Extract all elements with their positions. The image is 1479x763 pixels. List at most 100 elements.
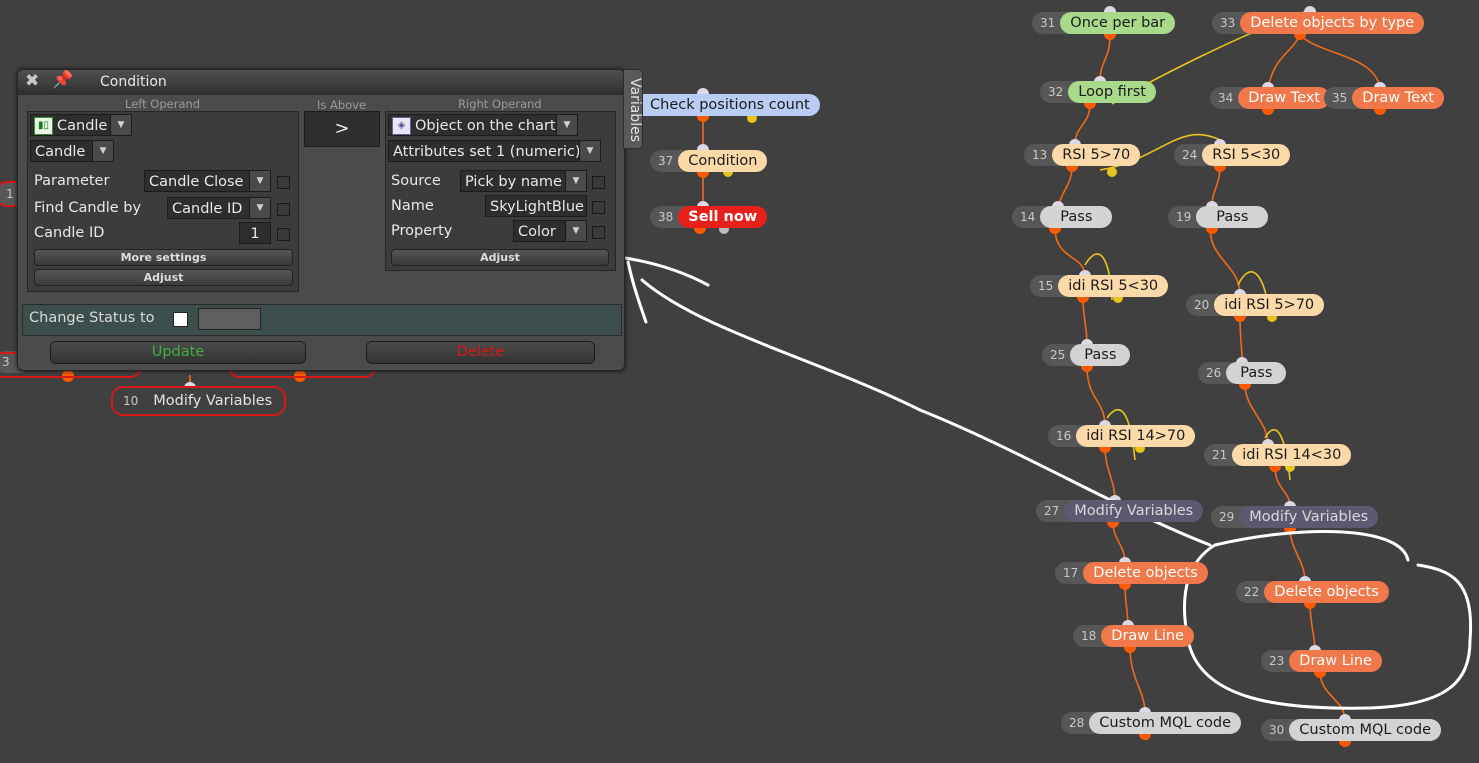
node-label: Draw Text xyxy=(1352,87,1445,109)
node-label: Draw Text xyxy=(1238,87,1331,109)
chevron-down-icon: ▼ xyxy=(92,141,113,161)
graph-node-17[interactable]: 17 Delete objects xyxy=(1055,562,1208,584)
right-adjust-button[interactable]: Adjust xyxy=(391,249,609,266)
select-value: Attributes set 1 (numeric) xyxy=(393,144,581,160)
change-status-label: Change Status to xyxy=(29,310,155,326)
node-label: Pass xyxy=(1040,206,1113,228)
right-operand-type-select[interactable]: ◈ Object on the chart ▼ xyxy=(388,114,578,136)
graph-node-14[interactable]: 14 Pass xyxy=(1012,206,1113,228)
select-value: Object on the chart xyxy=(415,118,556,134)
update-button[interactable]: Update xyxy=(50,341,306,364)
graph-node-34[interactable]: 34 Draw Text xyxy=(1210,87,1331,109)
find-candle-checkbox[interactable] xyxy=(277,203,290,216)
find-candle-label: Find Candle by xyxy=(34,200,142,216)
select-value: Candle Close xyxy=(149,174,244,190)
graph-node-25[interactable]: 25 Pass xyxy=(1042,344,1131,366)
parameter-label: Parameter xyxy=(34,173,110,189)
right-operand-subtype-select[interactable]: Attributes set 1 (numeric) ▼ xyxy=(388,140,601,162)
node-label: Modify Variables xyxy=(153,393,273,409)
graph-node-35[interactable]: 35 Draw Text xyxy=(1324,87,1445,109)
node-label: Delete objects by type xyxy=(1240,12,1425,34)
node-label: RSI 5>70 xyxy=(1052,144,1141,166)
node-label: Loop first xyxy=(1068,81,1156,103)
graph-node-16[interactable]: 16 idi RSI 14>70 xyxy=(1048,425,1196,447)
node-label: idi RSI 5>70 xyxy=(1214,294,1325,316)
graph-node-22[interactable]: 22 Delete objects xyxy=(1236,581,1389,603)
more-settings-button[interactable]: More settings xyxy=(34,249,293,266)
name-checkbox[interactable] xyxy=(592,201,605,214)
node-label: Pass xyxy=(1226,362,1287,384)
graph-node-29[interactable]: 29 Modify Variables xyxy=(1211,506,1379,528)
node-label: idi RSI 14<30 xyxy=(1232,444,1352,466)
name-label: Name xyxy=(391,198,434,214)
graph-node-27[interactable]: 27 Modify Variables xyxy=(1036,500,1204,522)
candle-icon: ▮▯ xyxy=(34,117,53,135)
panel-titlebar[interactable]: ✖ 📌 Condition xyxy=(18,70,624,95)
left-adjust-button[interactable]: Adjust xyxy=(34,269,293,286)
left-operand-type-select[interactable]: ▮▯ Candle ▼ xyxy=(30,114,132,136)
source-select[interactable]: Pick by name ▼ xyxy=(460,170,587,192)
property-select[interactable]: Color ▼ xyxy=(513,220,587,242)
node-label: Custom MQL code xyxy=(1289,719,1442,741)
graph-node-37[interactable]: 37 Condition xyxy=(650,150,768,172)
variables-tab-label: Variables xyxy=(626,78,643,142)
graph-node-30[interactable]: 30 Custom MQL code xyxy=(1261,719,1442,741)
graph-node-check-positions[interactable]: Check positions count xyxy=(640,94,820,116)
node-label: idi RSI 5<30 xyxy=(1058,275,1169,297)
select-value: Color xyxy=(518,224,556,240)
operator-button[interactable]: > xyxy=(304,111,380,147)
pin-icon[interactable]: 📌 xyxy=(52,70,73,90)
select-value: Pick by name xyxy=(465,174,562,190)
graph-node-19[interactable]: 19 Pass xyxy=(1168,206,1269,228)
graph-node-31[interactable]: 31 Once per bar xyxy=(1032,12,1176,34)
graph-node-20[interactable]: 20 idi RSI 5>70 xyxy=(1186,294,1325,316)
parameter-select[interactable]: Candle Close ▼ xyxy=(144,170,271,192)
panel-title: Condition xyxy=(100,74,167,90)
node-label: Check positions count xyxy=(640,94,820,116)
graph-node-24[interactable]: 24 RSI 5<30 xyxy=(1174,144,1291,166)
right-operand-box: ◈ Object on the chart ▼ Attributes set 1… xyxy=(385,111,616,271)
name-input[interactable]: SkyLightBlue xyxy=(485,195,587,217)
change-status-checkbox[interactable] xyxy=(173,312,188,327)
candle-id-input[interactable]: 1 xyxy=(239,222,271,244)
chevron-down-icon: ▼ xyxy=(565,171,586,191)
select-value: Candle xyxy=(35,144,86,160)
chevron-down-icon: ▼ xyxy=(249,198,270,218)
chart-object-icon: ◈ xyxy=(392,117,411,135)
graph-node-23[interactable]: 23 Draw Line xyxy=(1261,650,1382,672)
node-label: Draw Line xyxy=(1101,625,1194,647)
left-operand-header: Left Operand xyxy=(125,97,201,111)
status-color-swatch[interactable] xyxy=(198,308,261,330)
graph-node-21[interactable]: 21 idi RSI 14<30 xyxy=(1204,444,1352,466)
chevron-down-icon: ▼ xyxy=(110,115,131,135)
source-checkbox[interactable] xyxy=(592,176,605,189)
graph-node-28[interactable]: 28 Custom MQL code xyxy=(1061,712,1242,734)
variables-tab[interactable]: Variables xyxy=(623,69,643,149)
graph-node-10[interactable]: 10 Modify Variables xyxy=(111,386,287,416)
property-checkbox[interactable] xyxy=(592,226,605,239)
graph-node-33[interactable]: 33 Delete objects by type xyxy=(1212,12,1425,34)
parameter-checkbox[interactable] xyxy=(277,176,290,189)
graph-node-15[interactable]: 15 idi RSI 5<30 xyxy=(1030,275,1169,297)
delete-button[interactable]: Delete xyxy=(366,341,595,364)
condition-panel: ✖ 📌 Condition Left Operand Is Above Righ… xyxy=(17,69,625,371)
graph-node-32[interactable]: 32 Loop first xyxy=(1040,81,1156,103)
graph-node-26[interactable]: 26 Pass xyxy=(1198,362,1287,384)
candle-id-checkbox[interactable] xyxy=(277,228,290,241)
property-label: Property xyxy=(391,223,453,239)
graph-node-18[interactable]: 18 Draw Line xyxy=(1073,625,1194,647)
node-label: idi RSI 14>70 xyxy=(1076,425,1196,447)
close-icon[interactable]: ✖ xyxy=(25,71,39,91)
find-candle-select[interactable]: Candle ID ▼ xyxy=(167,197,271,219)
candle-id-label: Candle ID xyxy=(34,225,105,241)
node-label: RSI 5<30 xyxy=(1202,144,1291,166)
graph-node-38[interactable]: 38 Sell now xyxy=(650,206,768,228)
node-label: Modify Variables xyxy=(1239,506,1379,528)
left-operand-subtype-select[interactable]: Candle ▼ xyxy=(30,140,114,162)
change-status-row: Change Status to xyxy=(22,304,622,336)
node-label: Once per bar xyxy=(1060,12,1176,34)
chevron-down-icon: ▼ xyxy=(249,171,270,191)
chevron-down-icon: ▼ xyxy=(556,115,577,135)
node-label: Delete objects xyxy=(1264,581,1389,603)
graph-node-13[interactable]: 13 RSI 5>70 xyxy=(1024,144,1141,166)
